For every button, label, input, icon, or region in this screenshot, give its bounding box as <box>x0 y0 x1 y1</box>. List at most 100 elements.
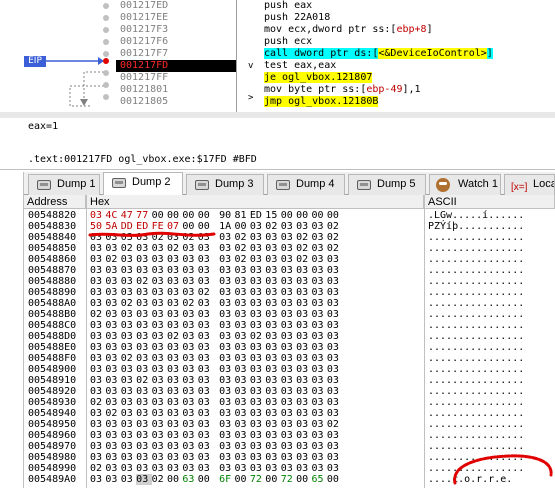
dump-row-hex[interactable]: 03 03 03 02 03 03 03 03 03 03 03 03 03 03 03 03 <box>90 375 342 386</box>
hex-byte[interactable]: 03 <box>311 342 326 353</box>
hex-byte[interactable]: 15 <box>265 210 280 221</box>
dump-row-ascii[interactable]: ................ <box>428 298 524 309</box>
hex-byte[interactable]: 02 <box>327 232 342 243</box>
hex-byte[interactable]: 03 <box>105 463 120 474</box>
hex-byte[interactable]: 03 <box>219 397 234 408</box>
hex-byte[interactable]: 03 <box>182 408 197 419</box>
dump-row-address[interactable]: 005488E0 <box>28 342 76 353</box>
dump-row[interactable]: 00548890 03 03 03 03 03 03 03 02 03 03 03 03 03 03 03 03… <box>24 287 555 298</box>
hex-byte[interactable]: 03 <box>90 430 105 441</box>
instruction[interactable]: push ecx <box>262 36 555 48</box>
hex-byte[interactable]: 03 <box>265 397 280 408</box>
hex-byte[interactable]: 03 <box>235 430 250 441</box>
dump-row-address[interactable]: 00548970 <box>28 441 76 452</box>
hex-byte[interactable]: 02 <box>296 254 311 265</box>
hex-byte[interactable]: 03 <box>105 342 120 353</box>
hex-byte[interactable]: 03 <box>198 430 213 441</box>
hex-byte[interactable]: 03 <box>327 364 342 375</box>
hex-byte[interactable]: 02 <box>250 331 265 342</box>
hex-byte[interactable]: 72 <box>281 474 296 485</box>
hex-byte[interactable]: 03 <box>105 309 120 320</box>
hex-byte[interactable]: 03 <box>265 452 280 463</box>
dump-row-ascii[interactable]: ................ <box>428 342 524 353</box>
disasm-address[interactable]: 001217F7 <box>116 48 236 60</box>
hex-byte[interactable]: 03 <box>250 287 265 298</box>
dump-row-address[interactable]: 00548990 <box>28 463 76 474</box>
hex-byte[interactable]: 02 <box>182 298 197 309</box>
hex-byte[interactable]: 02 <box>105 408 120 419</box>
dump-row-ascii[interactable]: ................ <box>428 331 524 342</box>
dump-row-ascii[interactable]: ................ <box>428 276 524 287</box>
hex-byte[interactable]: 03 <box>219 298 234 309</box>
hex-byte[interactable]: 03 <box>152 375 167 386</box>
hex-byte[interactable]: 03 <box>250 386 265 397</box>
dump-row-hex[interactable]: 02 03 03 03 03 03 03 03 03 03 03 03 03 03 03 03 <box>90 397 342 408</box>
hex-byte[interactable]: 03 <box>90 353 105 364</box>
dump-row-hex[interactable]: 03 03 03 03 03 03 03 03 03 03 03 03 03 03 03 03 <box>90 441 342 452</box>
breakpoint-dot[interactable] <box>103 3 109 9</box>
hex-byte[interactable]: 03 <box>121 342 136 353</box>
dump-row[interactable]: 005488E0 03 03 03 03 03 03 03 03 03 03 03 03 03 03 03 03… <box>24 342 555 353</box>
dump-row-hex[interactable]: 03 02 03 03 03 03 03 03 03 03 03 03 03 03 03 03 <box>90 408 342 419</box>
dump-row-hex[interactable]: 03 03 03 03 03 03 03 03 03 03 03 03 03 03 03 03 <box>90 320 342 331</box>
hex-byte[interactable]: 03 <box>327 342 342 353</box>
hex-byte[interactable]: 03 <box>167 408 182 419</box>
hex-byte[interactable]: 03 <box>235 342 250 353</box>
hex-byte[interactable]: 00 <box>327 474 342 485</box>
hex-byte[interactable]: 03 <box>182 419 197 430</box>
hex-byte[interactable]: 03 <box>235 309 250 320</box>
hex-byte[interactable]: 00 <box>296 210 311 221</box>
hex-byte[interactable]: 03 <box>265 265 280 276</box>
dump-row-address[interactable]: 005488C0 <box>28 320 76 331</box>
hex-byte[interactable]: 03 <box>90 254 105 265</box>
hex-byte[interactable]: 03 <box>281 342 296 353</box>
hex-byte[interactable]: 03 <box>152 342 167 353</box>
hex-byte[interactable]: 02 <box>167 331 182 342</box>
hex-byte[interactable]: 03 <box>250 221 265 232</box>
hex-byte[interactable]: 02 <box>296 232 311 243</box>
dump-row[interactable]: 00548970 03 03 03 03 03 03 03 03 03 03 03 03 03 03 03 03… <box>24 441 555 452</box>
dump-row-address[interactable]: 00548840 <box>28 232 76 243</box>
hex-byte[interactable]: 03 <box>235 320 250 331</box>
hex-byte[interactable]: 02 <box>235 243 250 254</box>
hex-byte[interactable]: 03 <box>136 441 151 452</box>
hex-byte[interactable]: 03 <box>235 265 250 276</box>
instruction[interactable]: call dword ptr ds:[<&DeviceIoControl>] <box>262 48 555 60</box>
hex-byte[interactable]: 03 <box>311 397 326 408</box>
dump-row-hex[interactable]: 03 03 03 03 03 02 03 03 03 03 02 03 03 03 03 03 <box>90 331 342 342</box>
hex-byte[interactable]: 03 <box>281 430 296 441</box>
hex-byte[interactable]: 03 <box>198 386 213 397</box>
hex-byte[interactable]: 03 <box>296 419 311 430</box>
hex-byte[interactable]: 03 <box>182 430 197 441</box>
hex-byte[interactable]: 03 <box>105 287 120 298</box>
breakpoint-dot[interactable] <box>103 15 109 21</box>
hex-byte[interactable]: 00 <box>235 221 250 232</box>
dump-row-hex[interactable]: 03 03 03 03 03 03 03 03 03 03 03 03 03 03 03 03 <box>90 364 342 375</box>
hex-byte[interactable]: 03 <box>152 430 167 441</box>
hex-byte[interactable]: 03 <box>105 397 120 408</box>
hex-byte[interactable]: 03 <box>90 408 105 419</box>
hex-byte[interactable]: 03 <box>90 331 105 342</box>
dump-row-address[interactable]: 00548940 <box>28 408 76 419</box>
hex-byte[interactable]: 03 <box>136 309 151 320</box>
disasm-address[interactable]: 001217FF <box>116 72 236 84</box>
hex-byte[interactable]: 03 <box>327 353 342 364</box>
dump-row-hex[interactable]: 03 4C 47 77 00 00 00 00 90 81 ED 15 00 00 00 00 <box>90 210 342 221</box>
hex-byte[interactable]: 03 <box>265 353 280 364</box>
hex-byte[interactable]: 03 <box>198 463 213 474</box>
hex-byte[interactable]: 03 <box>296 463 311 474</box>
hex-byte[interactable]: 03 <box>327 408 342 419</box>
hex-byte[interactable]: 03 <box>281 364 296 375</box>
hex-column-header[interactable]: Hex <box>87 195 424 209</box>
hex-byte[interactable]: 03 <box>265 243 280 254</box>
hex-byte[interactable]: 03 <box>152 353 167 364</box>
hex-byte[interactable]: 03 <box>136 320 151 331</box>
hex-byte[interactable]: 03 <box>219 276 234 287</box>
hex-byte[interactable]: 03 <box>121 430 136 441</box>
hex-byte[interactable]: 03 <box>105 265 120 276</box>
hex-byte[interactable]: 03 <box>198 276 213 287</box>
hex-byte[interactable]: 03 <box>296 265 311 276</box>
instruction[interactable]: push 22A018 <box>262 12 555 24</box>
instruction[interactable]: push eax <box>262 0 555 12</box>
hex-byte[interactable]: 03 <box>167 276 182 287</box>
